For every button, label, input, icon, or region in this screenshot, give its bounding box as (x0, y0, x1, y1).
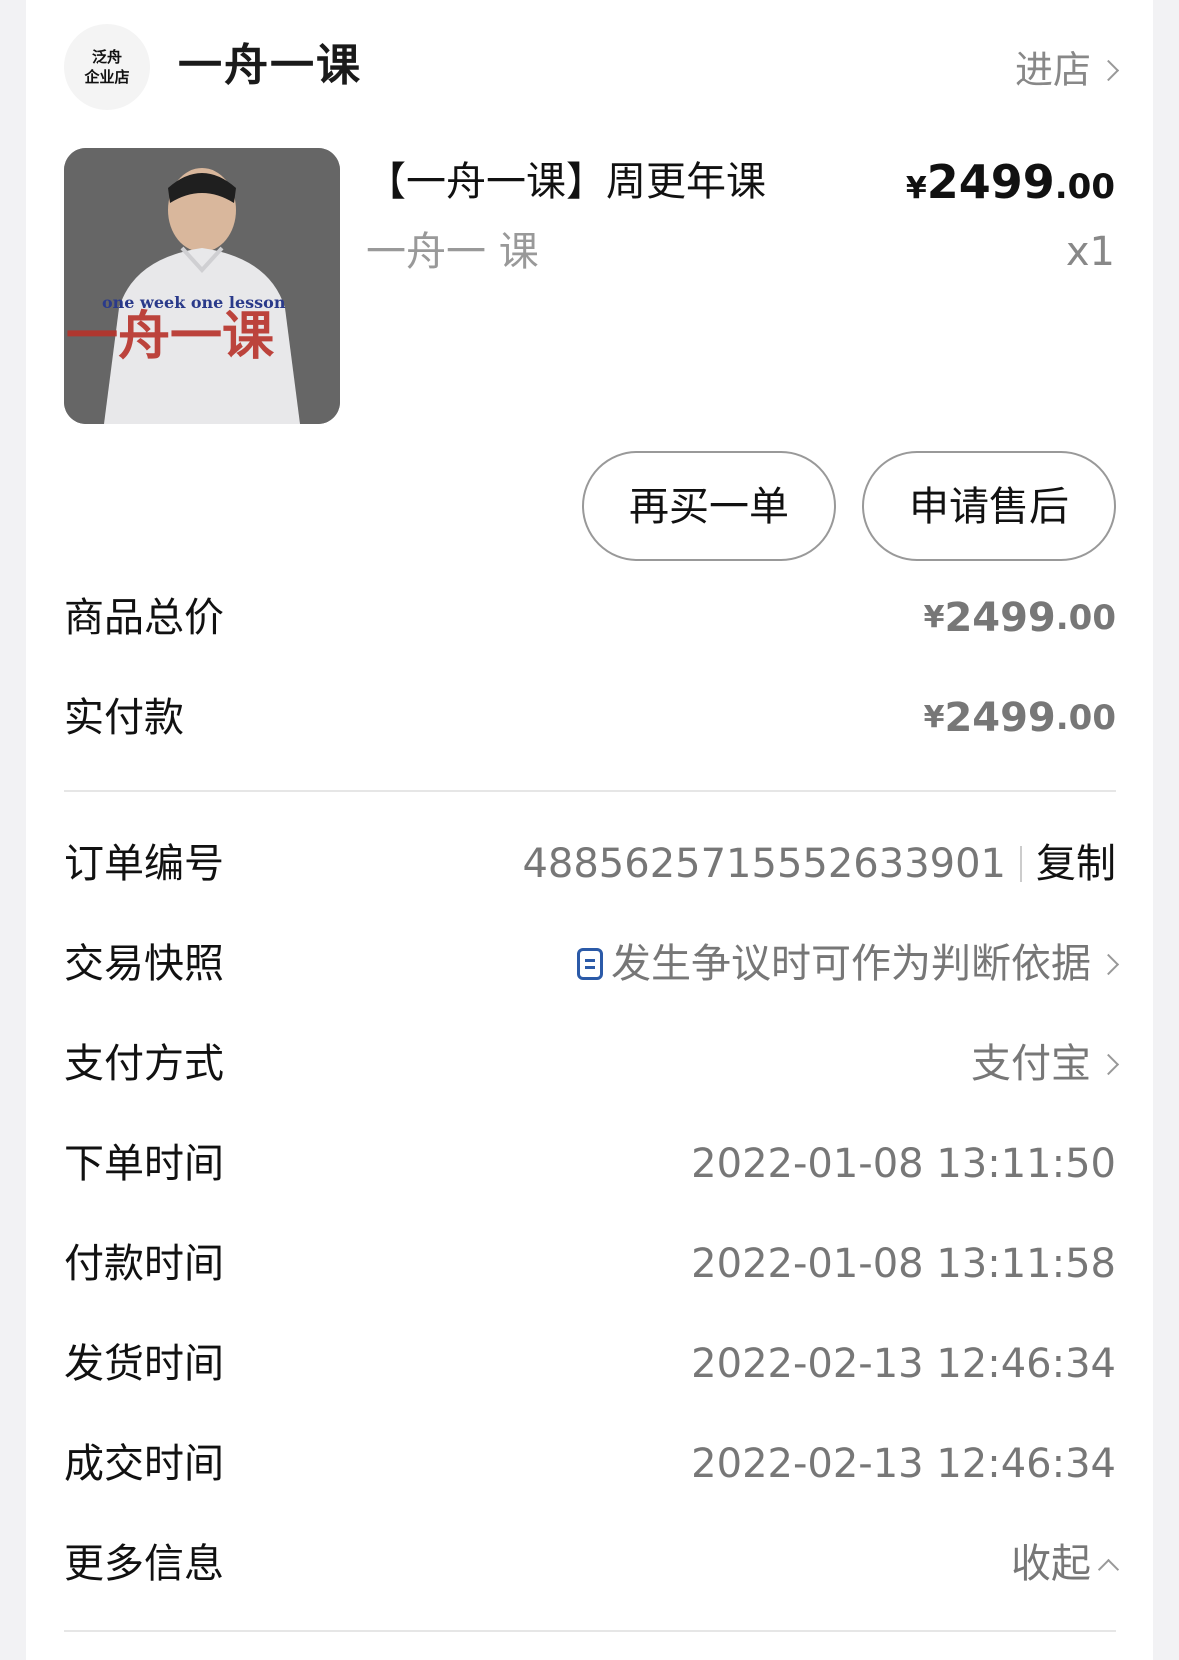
total-price-row: 商品总价 ¥2499.00 (64, 588, 1116, 648)
order-number: 4885625715552633901 (522, 841, 1006, 887)
more-info-row[interactable]: 更多信息 收起 (64, 1534, 1120, 1594)
snapshot-row[interactable]: 交易快照 发生争议时可作为判断依据 (64, 934, 1120, 994)
product-quantity: x1 (1065, 229, 1115, 275)
product-image-art: one week one lesson 一舟一课 (64, 148, 340, 424)
order-time-row: 下单时间 2022-01-08 13:11:50 (64, 1134, 1116, 1194)
product-subtitle: 一舟一 课 (366, 229, 539, 275)
shop-logo[interactable]: 泛舟 企业店 (64, 24, 150, 110)
collapse-label: 收起 (1011, 1541, 1091, 1587)
payment-method-label: 支付方式 (64, 1041, 224, 1087)
pay-time-row: 付款时间 2022-01-08 13:11:58 (64, 1234, 1116, 1294)
total-dec: .00 (1055, 598, 1116, 638)
copy-button[interactable]: 复制 (1036, 834, 1116, 894)
chevron-right-icon (1097, 59, 1120, 81)
deal-time-row: 成交时间 2022-02-13 12:46:34 (64, 1434, 1116, 1494)
snapshot-label: 交易快照 (64, 941, 224, 987)
product-image[interactable]: one week one lesson 一舟一课 (64, 148, 340, 424)
product-title[interactable]: 【一舟一课】周更年课 (366, 154, 766, 210)
image-chinese-text: 一舟一课 (66, 306, 275, 367)
chevron-right-icon (1097, 953, 1120, 975)
paid-label: 实付款 (64, 695, 184, 741)
pay-time-label: 付款时间 (64, 1241, 224, 1287)
paid-currency: ¥ (923, 700, 945, 735)
shop-logo-line2: 企业店 (84, 68, 130, 86)
snapshot-link[interactable]: 发生争议时可作为判断依据 (577, 934, 1120, 994)
paid-row: 实付款 ¥2499.00 (64, 688, 1116, 748)
product-price-dec: .00 (1054, 167, 1115, 207)
total-price-label: 商品总价 (64, 595, 224, 641)
total-int: 2499 (944, 595, 1056, 641)
ship-time-row: 发货时间 2022-02-13 12:46:34 (64, 1334, 1116, 1394)
rebuy-button[interactable]: 再买一单 (582, 451, 836, 561)
divider (64, 1630, 1116, 1632)
shop-name[interactable]: 一舟一课 (178, 38, 362, 94)
enter-shop-link[interactable]: 进店 (1014, 46, 1120, 94)
payment-method-value-group[interactable]: 支付宝 (971, 1034, 1120, 1094)
after-sale-button[interactable]: 申请售后 (862, 451, 1116, 561)
order-detail-card: 泛舟 企业店 一舟一课 进店 one week one lesson 一舟一课 … (26, 0, 1153, 1660)
total-price-value: ¥2499.00 (924, 588, 1116, 648)
divider (64, 790, 1116, 792)
copy-separator (1020, 846, 1022, 882)
deal-time-label: 成交时间 (64, 1441, 224, 1487)
payment-method-row[interactable]: 支付方式 支付宝 (64, 1034, 1120, 1094)
product-price-int: 2499 (926, 155, 1055, 209)
deal-time-value: 2022-02-13 12:46:34 (691, 1441, 1116, 1487)
order-time-value: 2022-01-08 13:11:50 (691, 1141, 1116, 1187)
paid-int: 2499 (944, 695, 1056, 741)
order-number-label: 订单编号 (64, 841, 224, 887)
ship-time-value: 2022-02-13 12:46:34 (691, 1341, 1116, 1387)
pay-time-value: 2022-01-08 13:11:58 (691, 1241, 1116, 1287)
order-time-label: 下单时间 (64, 1141, 224, 1187)
product-price-currency: ¥ (905, 171, 927, 206)
product-price: ¥2499.00 (906, 154, 1115, 217)
chevron-up-icon (1097, 1558, 1120, 1580)
enter-shop-label: 进店 (1014, 48, 1091, 92)
shop-header: 泛舟 企业店 一舟一课 进店 (64, 24, 1120, 112)
order-number-row: 订单编号 4885625715552633901 复制 (64, 834, 1116, 894)
paid-value: ¥2499.00 (924, 688, 1116, 748)
total-currency: ¥ (923, 600, 945, 635)
shop-logo-line1: 泛舟 (91, 48, 122, 66)
payment-method-value: 支付宝 (971, 1041, 1091, 1087)
snapshot-text: 发生争议时可作为判断依据 (611, 941, 1091, 987)
order-number-value-group: 4885625715552633901 复制 (522, 834, 1116, 894)
ship-time-label: 发货时间 (64, 1341, 224, 1387)
more-info-label: 更多信息 (64, 1541, 224, 1587)
document-icon (577, 948, 603, 980)
collapse-toggle[interactable]: 收起 (1011, 1534, 1120, 1594)
paid-dec: .00 (1055, 698, 1116, 738)
chevron-right-icon (1097, 1053, 1120, 1075)
